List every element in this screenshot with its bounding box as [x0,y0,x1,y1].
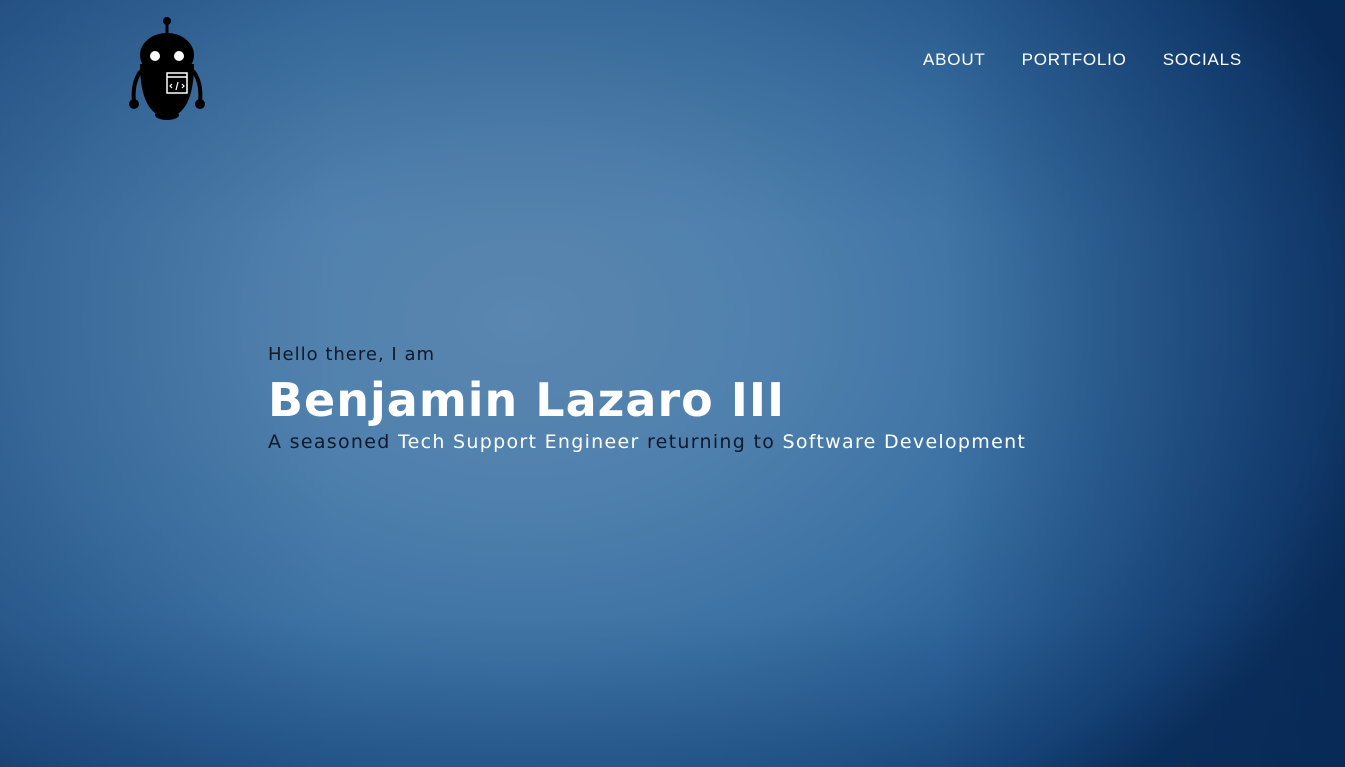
nav-link-about[interactable]: ABOUT [923,50,986,70]
tagline-part1: A seasoned [268,431,398,453]
tagline-part2: returning to [639,431,783,453]
tagline-role-target: Software Development [782,431,1027,453]
tagline-role-current: Tech Support Engineer [397,431,640,453]
robot-logo-icon[interactable] [124,14,212,124]
main-nav: ABOUT PORTFOLIO SOCIALS [923,50,1242,70]
hero-intro: Hello there, I am Benjamin Lazaro III A … [268,344,1026,453]
hero-name: Benjamin Lazaro III [268,373,786,427]
nav-link-portfolio[interactable]: PORTFOLIO [1022,50,1127,70]
nav-link-socials[interactable]: SOCIALS [1163,50,1242,70]
navbar: ABOUT PORTFOLIO SOCIALS [0,0,1345,130]
hero-tagline: A seasoned Tech Support Engineer returni… [268,431,1026,453]
hero-greeting: Hello there, I am [268,344,436,365]
